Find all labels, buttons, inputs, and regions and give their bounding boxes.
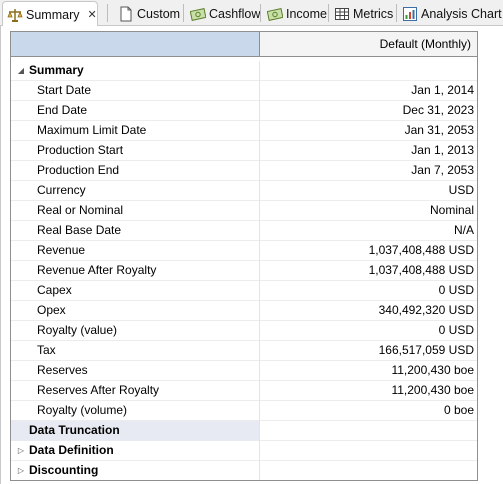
tab-separator [260,4,261,22]
row-value: 0 USD [438,323,474,337]
table-row[interactable]: Production End Jan 7, 2053 [11,161,477,181]
tab-separator [396,4,397,22]
tab-analysis-chart[interactable]: Analysis Chart [398,1,502,26]
row-value: N/A [453,223,474,237]
table-row[interactable]: Capex 0 USD [11,281,477,301]
row-value: Jan 1, 2014 [411,83,474,97]
row-label: Royalty (value) [11,321,260,341]
tab-analysis-chart-label: Analysis Chart [421,6,502,21]
row-value: 1,037,408,488 USD [368,243,474,257]
row-value: 340,492,320 USD [378,303,474,317]
row-value: 166,517,059 USD [378,343,474,357]
tab-metrics-label: Metrics [353,6,394,21]
tab-summary[interactable]: Summary ✕ [2,1,98,27]
money-icon [190,6,206,22]
table-row[interactable]: Opex 340,492,320 USD [11,301,477,321]
row-value: 0 boe [443,403,474,417]
tab-separator [183,4,184,22]
table-row[interactable]: Real or Nominal Nominal [11,201,477,221]
row-value: 0 USD [438,283,474,297]
group-label: Data Truncation [11,421,260,441]
row-label: Revenue [11,241,260,261]
row-label: Tax [11,341,260,361]
group-label: Discounting [11,461,260,480]
group-row[interactable]: ▷ Discounting [11,461,477,480]
table-row[interactable]: Start Date Jan 1, 2014 [11,81,477,101]
row-label: Real or Nominal [11,201,260,221]
row-label: Royalty (volume) [11,401,260,421]
table-row[interactable]: End Date Dec 31, 2023 [11,101,477,121]
tab-cashflow-label: Cashflow [209,6,261,21]
tree-rows: ◢ Summary Start Date Jan 1, 2014 End Date D… [11,61,477,480]
row-label: Capex [11,281,260,301]
group-label: Data Definition [11,441,260,461]
header-name-column[interactable] [11,32,260,57]
group-value [260,441,477,461]
group-row[interactable]: ▷Data Truncation [11,421,477,441]
row-value: 11,200,430 boe [391,383,474,397]
tab-summary-label: Summary [26,7,80,22]
group-value [260,461,477,480]
table-row[interactable]: Royalty (value) 0 USD [11,321,477,341]
table-header: Default (Monthly) [11,32,477,57]
scale-icon [7,7,23,23]
tab-income-label: Income [286,6,327,21]
table-row[interactable]: Production Start Jan 1, 2013 [11,141,477,161]
row-label: Production Start [11,141,260,161]
table-row[interactable]: Revenue After Royalty 1,037,408,488 USD [11,261,477,281]
group-value [260,421,477,441]
table-row[interactable]: Currency USD [11,181,477,201]
table-row[interactable]: Maximum Limit Date Jan 31, 2053 [11,121,477,141]
row-value: 1,037,408,488 USD [368,263,474,277]
row-value: Jan 7, 2053 [411,163,474,177]
table-row[interactable]: Revenue 1,037,408,488 USD [11,241,477,261]
row-value: USD [448,183,474,197]
table-row[interactable]: Reserves After Royalty 11,200,430 boe [11,381,477,401]
editor-tab-bar: Summary ✕ Custom Cashflow Income Metrics [0,0,503,27]
tab-custom[interactable]: Custom [114,1,180,26]
row-value: Dec 31, 2023 [402,103,474,117]
group-row[interactable]: ▷ Data Definition [11,441,477,461]
row-label: Currency [11,181,260,201]
group-row-summary[interactable]: ◢ Summary [11,61,477,81]
group-label: Summary [11,61,260,81]
row-label: Reserves After Royalty [11,381,260,401]
row-label: Production End [11,161,260,181]
tab-separator [107,4,108,22]
row-label: End Date [11,101,260,121]
row-value: Jan 31, 2053 [404,123,474,137]
row-label: Revenue After Royalty [11,261,260,281]
tab-income[interactable]: Income [263,1,327,26]
table-row[interactable]: Royalty (volume) 0 boe [11,401,477,421]
row-value: Jan 1, 2013 [411,143,474,157]
row-label: Start Date [11,81,260,101]
row-value: 11,200,430 boe [391,363,474,377]
header-default-monthly[interactable]: Default (Monthly) [260,32,477,57]
tab-custom-label: Custom [137,6,181,21]
table-row[interactable]: Reserves 11,200,430 boe [11,361,477,381]
document-icon [118,6,134,22]
table-row[interactable]: Real Base Date N/A [11,221,477,241]
tab-metrics[interactable]: Metrics [330,1,393,26]
tab-cashflow[interactable]: Cashflow [186,1,260,26]
row-label: Real Base Date [11,221,260,241]
summary-tree-table: Default (Monthly) ◢ Summary Start Date Ja… [10,31,478,481]
row-label: Opex [11,301,260,321]
row-label: Reserves [11,361,260,381]
close-icon[interactable]: ✕ [87,8,96,21]
tab-separator [328,4,329,22]
grid-icon [334,6,350,22]
table-row[interactable]: Tax 166,517,059 USD [11,341,477,361]
row-label: Maximum Limit Date [11,121,260,141]
row-value: Nominal [429,203,474,217]
money-icon [267,6,283,22]
summary-panel: Default (Monthly) ◢ Summary Start Date Ja… [0,26,503,484]
chart-icon [402,6,418,22]
